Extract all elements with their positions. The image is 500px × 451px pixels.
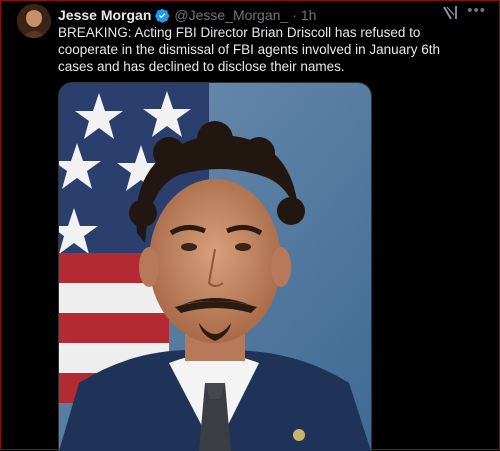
author-handle[interactable]: @Jesse_Morgan_ [174, 7, 288, 23]
timestamp[interactable]: 1h [301, 7, 317, 23]
author-name[interactable]: Jesse Morgan [58, 7, 151, 23]
tweet-photo[interactable] [58, 82, 372, 451]
portrait-photo [59, 83, 371, 451]
tweet-text: BREAKING: Acting FBI Director Brian Dris… [58, 25, 440, 74]
separator-dot: · [292, 7, 297, 23]
more-options-icon[interactable]: ••• [467, 3, 486, 19]
grok-icon[interactable] [442, 5, 458, 21]
verified-badge-icon [155, 8, 170, 23]
tweet-header: Jesse Morgan @Jesse_Morgan_ · 1h [58, 6, 490, 24]
avatar[interactable] [17, 4, 51, 38]
